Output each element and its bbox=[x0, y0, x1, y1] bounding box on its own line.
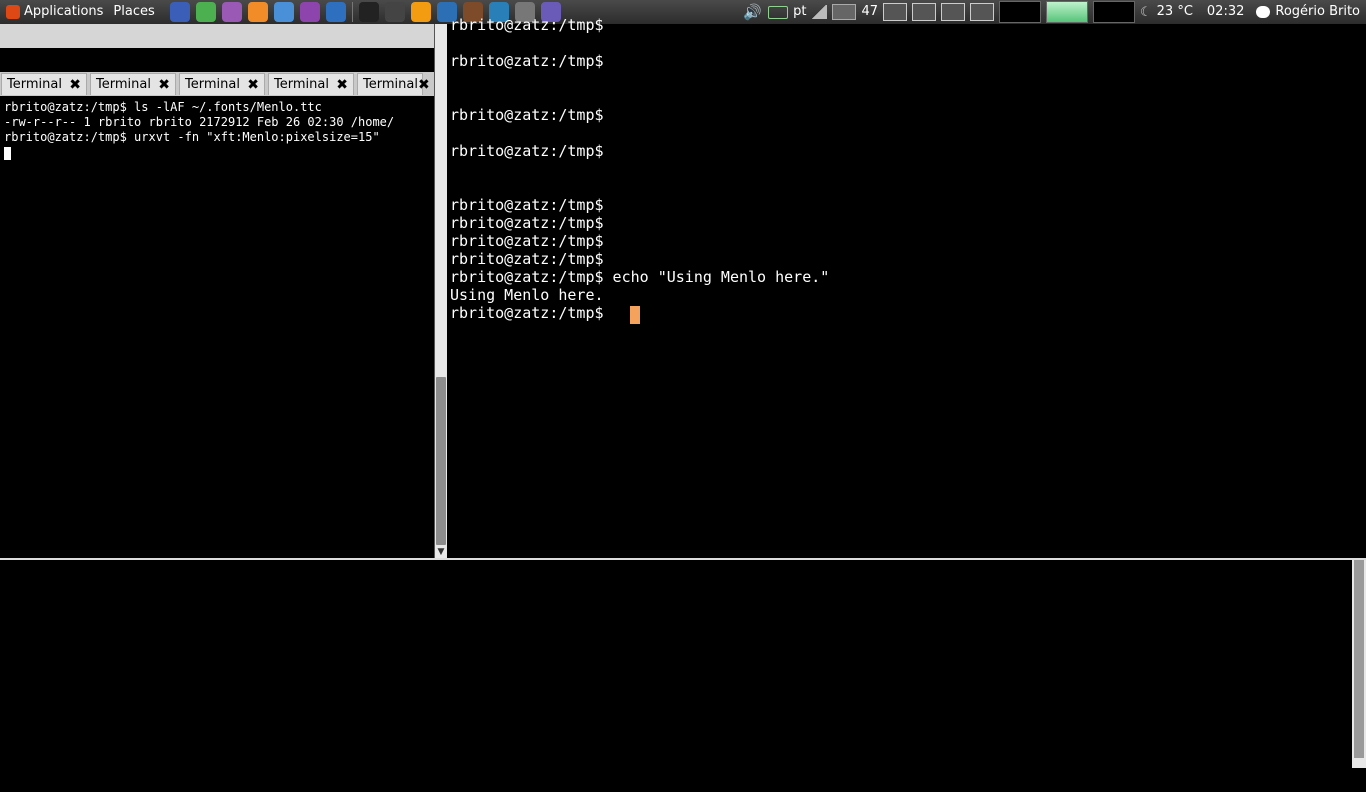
terminal-line: rbrito@zatz:/tmp$ bbox=[450, 106, 604, 124]
left-window-titlebar bbox=[0, 24, 434, 48]
terminal-line: rbrito@zatz:/tmp$ bbox=[450, 52, 604, 70]
terminal-icon[interactable] bbox=[358, 2, 379, 22]
user-name[interactable]: Rogério Brito bbox=[1275, 0, 1360, 24]
scroll-down-icon[interactable]: ▼ bbox=[436, 547, 446, 557]
terminal-line: rbrito@zatz:/tmp$ ls -lAF ~/.fonts/Menlo… bbox=[4, 100, 322, 114]
terminal-line: rbrito@zatz:/tmp$ bbox=[450, 250, 604, 268]
workspace-count: 47 bbox=[861, 4, 878, 19]
terminal-line: rbrito@zatz:/tmp$ bbox=[450, 214, 604, 232]
tab-label: Terminal bbox=[185, 77, 240, 92]
volume-icon[interactable]: 🔊 bbox=[743, 4, 763, 20]
battery-icon[interactable] bbox=[768, 5, 789, 19]
tab-label: Terminal bbox=[274, 77, 329, 92]
bottom-scrollbar[interactable] bbox=[1352, 560, 1366, 768]
workspace-1-icon[interactable] bbox=[882, 3, 907, 21]
browser-icon[interactable] bbox=[169, 2, 190, 22]
workspace-3-icon[interactable] bbox=[940, 3, 965, 21]
terminal-line: rbrito@zatz:/tmp$ bbox=[450, 232, 604, 250]
text-cursor bbox=[630, 306, 640, 324]
close-icon[interactable]: ✖ bbox=[158, 77, 170, 93]
terminal-line: rbrito@zatz:/tmp$ urxvt -fn "xft:Menlo:p… bbox=[4, 130, 380, 144]
close-icon[interactable]: ✖ bbox=[69, 77, 81, 93]
tab-terminal-3[interactable]: Terminal ✖ bbox=[179, 73, 265, 95]
chromium-icon[interactable] bbox=[273, 2, 294, 22]
launcher-separator bbox=[351, 2, 353, 22]
terminal-scrollbar[interactable]: ▼ bbox=[435, 24, 447, 558]
tab-label: Terminal bbox=[363, 77, 418, 92]
right-terminal-window[interactable]: ▼ rbrito@zatz:/tmp$ rbrito@zatz:/tmp$ rb… bbox=[434, 16, 1366, 558]
system-tray: 🔊 pt 47 ☾ 23 °C 02:32 Rogério Brito bbox=[738, 0, 1366, 24]
camera-icon[interactable] bbox=[384, 2, 405, 22]
vlc-icon[interactable] bbox=[410, 2, 431, 22]
applications-menu-label: Applications bbox=[24, 4, 104, 19]
workspace-indicator-icon[interactable] bbox=[832, 4, 857, 20]
workspace-4-icon[interactable] bbox=[969, 3, 994, 21]
terminal-tab-bar: Terminal ✖ Terminal ✖ Terminal ✖ Termina… bbox=[0, 72, 434, 96]
places-menu-label: Places bbox=[113, 4, 155, 19]
user-status-icon bbox=[1256, 6, 1271, 18]
scrollbar-thumb[interactable] bbox=[1354, 560, 1364, 758]
network-signal-icon[interactable] bbox=[811, 5, 828, 19]
tool-icon[interactable] bbox=[195, 2, 216, 22]
workspace-2-icon[interactable] bbox=[911, 3, 936, 21]
tab-terminal-4[interactable]: Terminal ✖ bbox=[268, 73, 354, 95]
close-icon[interactable]: ✖ bbox=[247, 77, 259, 93]
tab-label: Terminal bbox=[96, 77, 151, 92]
close-icon[interactable]: ✖ bbox=[336, 77, 348, 93]
cpu-monitor[interactable] bbox=[998, 1, 1041, 23]
tab-terminal-5[interactable]: Terminal ✖ bbox=[357, 73, 430, 95]
tab-terminal-2[interactable]: Terminal ✖ bbox=[90, 73, 176, 95]
weather-moon-icon: ☾ bbox=[1139, 4, 1152, 20]
terminal-line: rbrito@zatz:/tmp$ echo "Using Menlo here… bbox=[450, 268, 830, 286]
close-icon[interactable]: ✖ bbox=[418, 77, 430, 93]
bottom-terminal-window[interactable] bbox=[0, 558, 1366, 768]
terminal-line: rbrito@zatz:/tmp$ bbox=[450, 142, 604, 160]
qbittorrent-icon[interactable] bbox=[325, 2, 346, 22]
rss-icon[interactable] bbox=[247, 2, 268, 22]
tab-label: Terminal bbox=[7, 77, 62, 92]
temperature[interactable]: 23 °C bbox=[1157, 0, 1193, 24]
terminal-line: rbrito@zatz:/tmp$ bbox=[450, 196, 604, 214]
places-menu[interactable]: Places bbox=[109, 0, 160, 24]
network-monitor[interactable] bbox=[1092, 1, 1135, 23]
applications-menu[interactable]: Applications bbox=[0, 0, 109, 24]
text-cursor bbox=[4, 147, 11, 160]
terminal-line: rbrito@zatz:/tmp$ bbox=[450, 16, 604, 34]
memory-monitor[interactable] bbox=[1045, 1, 1088, 23]
ubuntu-logo-icon bbox=[6, 5, 20, 19]
keyboard-layout[interactable]: pt bbox=[793, 0, 806, 24]
scrollbar-thumb[interactable] bbox=[436, 377, 446, 545]
top-panel: Applications Places 🔊 pt 47 ☾ 23 °C 02:3… bbox=[0, 0, 1366, 24]
terminal-line: rbrito@zatz:/tmp$ bbox=[450, 304, 604, 322]
podcast-icon[interactable] bbox=[299, 2, 320, 22]
tab-terminal-1[interactable]: Terminal ✖ bbox=[1, 73, 87, 95]
chat-icon[interactable] bbox=[221, 2, 242, 22]
clock[interactable]: 02:32 bbox=[1207, 0, 1244, 24]
terminal-line: Using Menlo here. bbox=[450, 286, 604, 304]
terminal-line: -rw-r--r-- 1 rbrito rbrito 2172912 Feb 2… bbox=[4, 115, 395, 129]
